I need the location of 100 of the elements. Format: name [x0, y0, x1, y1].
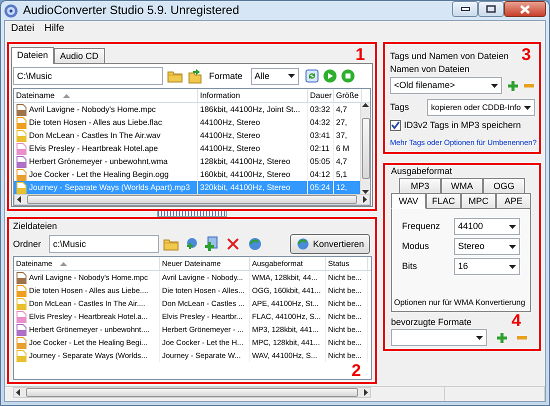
remove-icon[interactable] — [517, 336, 527, 340]
add-icon[interactable] — [508, 80, 518, 90]
vertical-scrollbar[interactable] — [360, 103, 370, 194]
table-cell-text: 04:32 — [310, 117, 330, 129]
column-header[interactable]: Größe — [334, 89, 362, 102]
folder-add-icon[interactable] — [187, 68, 203, 84]
app-icon — [4, 4, 18, 18]
caret-icon — [509, 244, 516, 248]
caret-icon — [509, 264, 516, 268]
formats-label: Formate — [209, 70, 243, 82]
table-cell-text: 4,7 — [336, 104, 348, 116]
option-dropdown[interactable]: 16 — [454, 258, 520, 275]
option-dropdown[interactable]: Stereo — [454, 238, 520, 255]
folder-button[interactable] — [163, 237, 179, 251]
folder-label: Ordner — [13, 238, 42, 250]
table-cell-text: 6 M — [336, 143, 350, 155]
scroll-left-icon[interactable] — [16, 389, 20, 396]
table-cell-text: 44100Hz, Stereo — [200, 130, 260, 142]
menu-item[interactable]: Datei — [11, 22, 34, 36]
section-number: 4 — [512, 312, 521, 329]
formats-dropdown[interactable]: Alle — [250, 68, 299, 84]
tab[interactable]: MPC — [461, 193, 496, 209]
scroll-left-icon[interactable] — [17, 196, 21, 203]
play-icon[interactable] — [322, 69, 337, 83]
maximize-button[interactable] — [478, 1, 504, 17]
section-number: 3 — [522, 46, 531, 63]
field-label: Modus — [402, 240, 430, 253]
section-title: Zieldateien — [13, 220, 58, 233]
horizontal-scrollbar[interactable] — [14, 194, 370, 205]
field-label: Frequenz — [402, 220, 442, 233]
table-cell-text: 37, — [336, 130, 348, 142]
path-field[interactable]: C:\Music — [13, 67, 163, 85]
splitter-handle[interactable] — [157, 211, 227, 217]
table-cell-text: Herbert Grönemeyer - unbewohnt.wma — [29, 156, 168, 168]
caret-icon — [491, 84, 498, 88]
tab[interactable]: WMA — [441, 178, 483, 194]
sort-icon — [60, 262, 68, 266]
table-cell-text: 04:12 — [310, 169, 330, 181]
names-label: Namen von Dateien — [390, 63, 471, 76]
tab[interactable]: MP3 — [399, 178, 441, 194]
convert-button[interactable]: Konvertieren — [290, 234, 370, 254]
add-icon[interactable] — [497, 332, 507, 342]
note-text: Optionen nur für WMA Konvertierung — [394, 297, 526, 309]
table-cell-text: Avril Lavigne - Nobody's Home.mpc — [29, 104, 156, 116]
checkbox-label: ID3v2 Tags in MP3 speichern — [404, 119, 521, 132]
filename-dropdown[interactable]: <Old filename> — [390, 77, 502, 94]
refresh-icon[interactable] — [304, 69, 319, 83]
convert-icon[interactable] — [247, 236, 263, 252]
table-cell-text: Die toten Hosen - Alles aus Liebe.flac — [29, 117, 162, 129]
tab[interactable]: Audio CD — [54, 48, 105, 63]
table-cell-text: 03:32 — [310, 104, 330, 116]
tab[interactable]: OGG — [483, 178, 525, 194]
menu-item[interactable]: Hilfe — [44, 22, 64, 36]
folder-field[interactable]: c:\Music — [49, 235, 159, 253]
table-cell-text: 05:05 — [310, 156, 330, 168]
table-cell-text: 44100Hz, Stereo — [200, 143, 260, 155]
option-dropdown[interactable]: 44100 — [454, 218, 520, 235]
column-header[interactable]: Dauer — [308, 89, 334, 102]
caret-icon — [288, 74, 295, 78]
tab[interactable]: Dateien — [11, 47, 54, 64]
add-icon[interactable] — [203, 236, 219, 252]
table-cell-text: 160kbit, 44100Hz, Stereo — [200, 169, 290, 181]
table-cell-text: 02:11 — [310, 143, 330, 155]
stop-icon[interactable] — [340, 69, 355, 83]
tab[interactable]: WAV — [391, 193, 426, 209]
minimize-icon — [460, 7, 470, 11]
column-header[interactable]: Information — [198, 89, 308, 102]
tags-label: Tags — [390, 101, 410, 114]
horizontal-scrollbar[interactable] — [13, 387, 371, 398]
checkbox[interactable] — [390, 120, 401, 131]
tab[interactable]: FLAC — [426, 193, 461, 209]
window-title: AudioConverter Studio 5.9. Unregistered — [23, 4, 240, 17]
section-number: 2 — [352, 362, 361, 379]
table-cell-text: Joe Cocker - Let the Healing Begin.ogg — [29, 169, 169, 181]
section-title: Tags und Namen von Dateien — [390, 50, 509, 63]
sort-icon — [62, 94, 70, 98]
close-icon — [520, 4, 530, 14]
tab[interactable]: APE — [496, 193, 531, 209]
table-cell-text: 320kbit, 44100Hz, Stereo — [200, 182, 290, 194]
scroll-right-icon[interactable] — [364, 389, 368, 396]
remove-icon[interactable] — [524, 84, 534, 88]
folder-button[interactable] — [167, 69, 183, 83]
close-button[interactable] — [504, 1, 546, 17]
delete-icon[interactable] — [226, 237, 240, 251]
folder-icon — [167, 69, 183, 83]
scroll-right-icon[interactable] — [363, 196, 367, 203]
preferred-formats-label: bevorzugte Formate — [391, 316, 472, 329]
table-cell-text: 12, — [336, 182, 348, 194]
tags-dropdown[interactable]: kopieren oder CDDB-Info — [427, 99, 535, 116]
table-cell-text: 186kbit, 44100Hz, Joint St... — [200, 104, 300, 116]
minimize-button[interactable] — [452, 1, 478, 17]
caret-icon — [524, 106, 531, 110]
caret-icon — [476, 336, 483, 340]
section-title: Ausgabeformat — [391, 165, 454, 178]
table-cell-text: 4,7 — [336, 156, 348, 168]
table-cell-text: Elvis Presley - Heartbreak Hotel.ape — [29, 143, 158, 155]
preferred-formats-dropdown[interactable] — [391, 329, 487, 346]
section-number: 1 — [356, 46, 365, 63]
table-cell-text: Journey - Separate Ways (Worlds Apart).mp3 — [29, 182, 190, 194]
table-cell-text: 03:41 — [310, 130, 330, 142]
